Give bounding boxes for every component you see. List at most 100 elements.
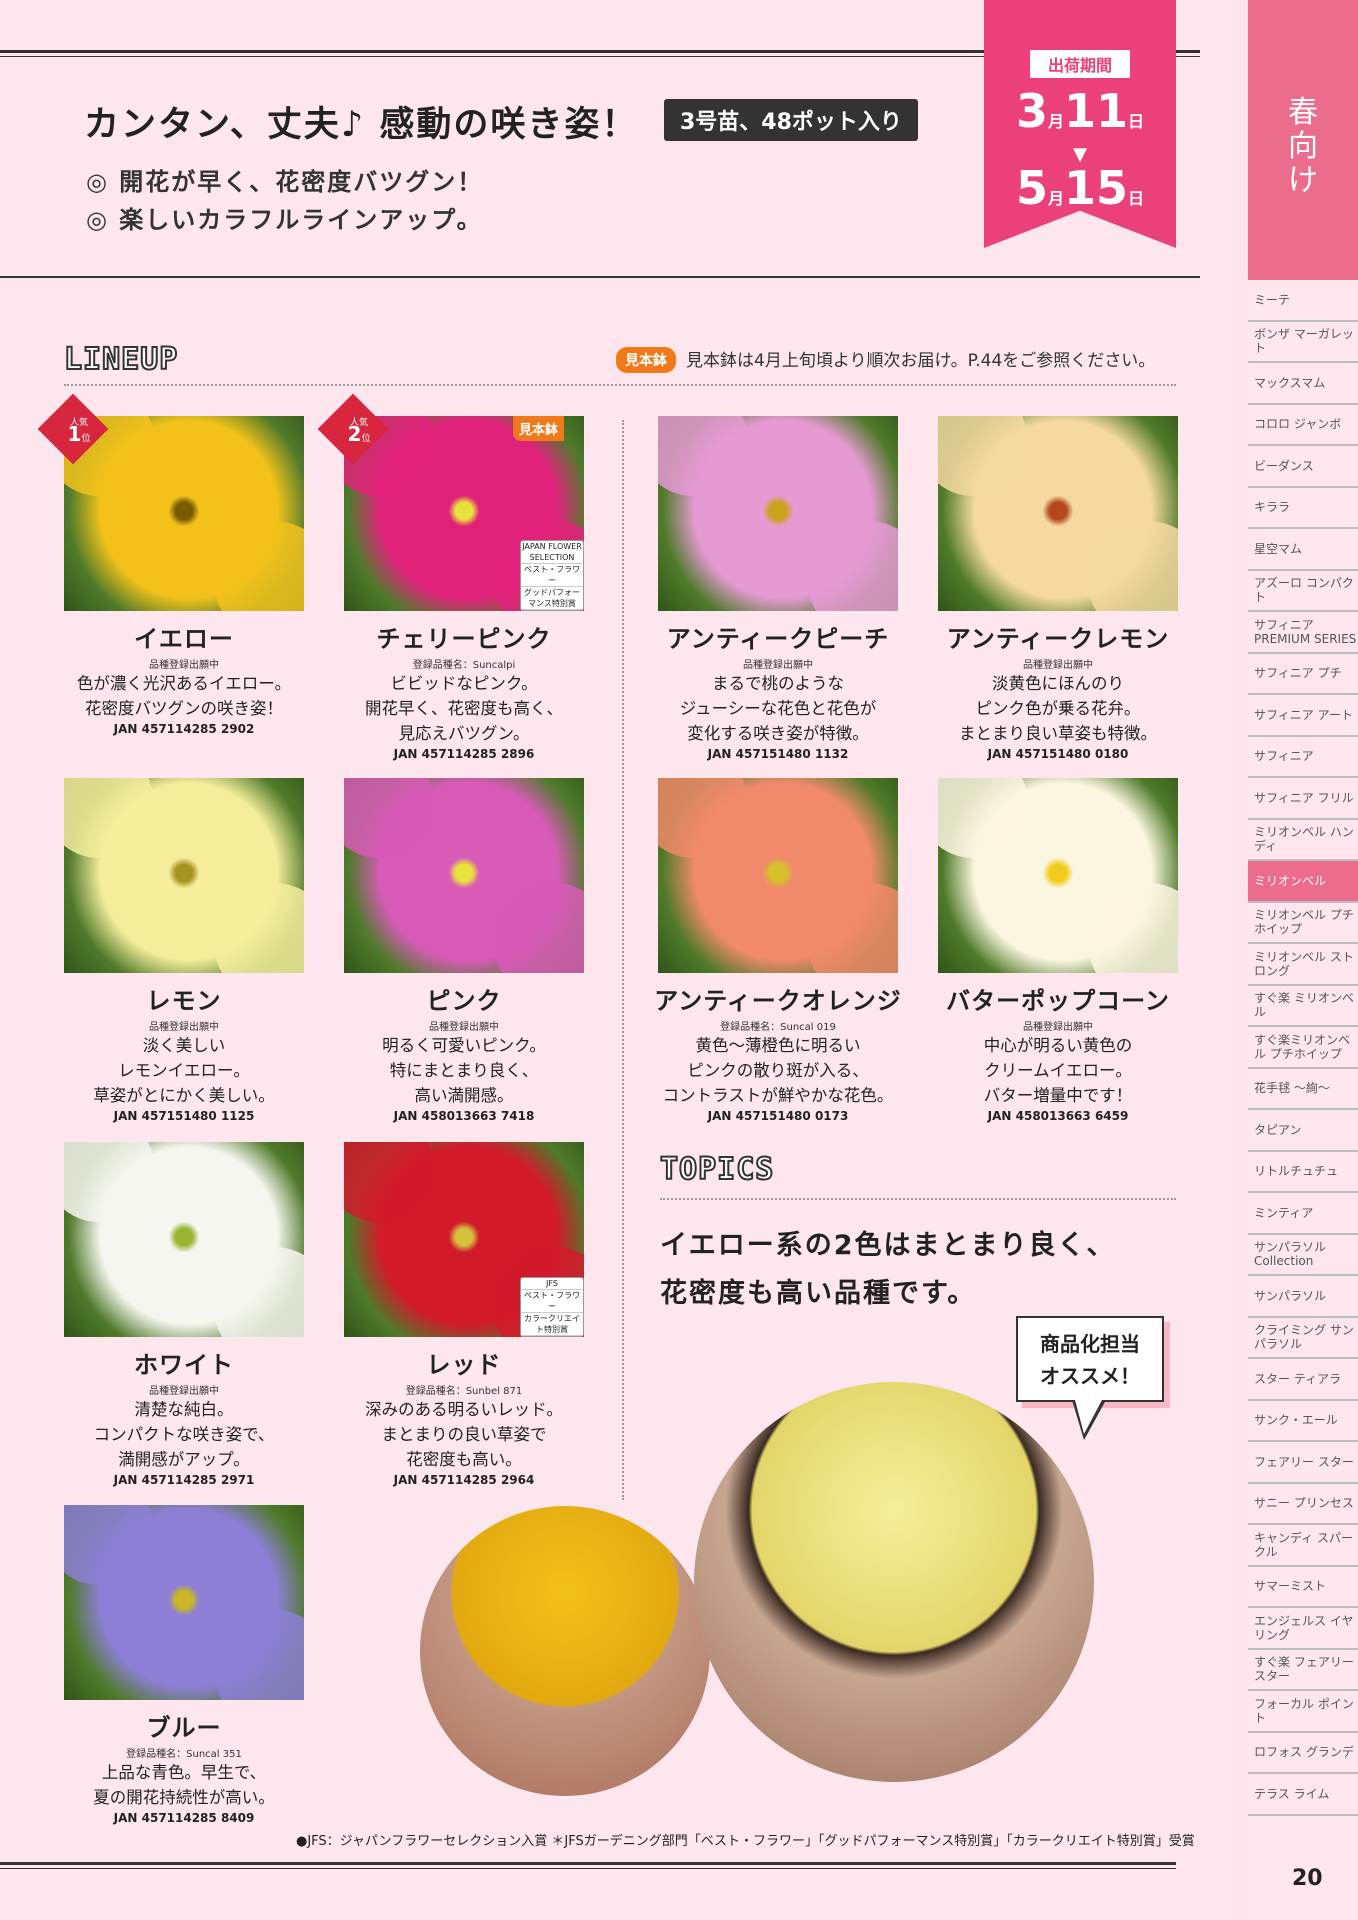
sidebar-item[interactable]: サフィニア アート [1248, 695, 1358, 737]
jan-code: JAN 457151480 1132 [707, 747, 849, 761]
product-card: アンティークピーチ 品種登録出願中 まるで桃のような ジューシーな花色と花色が 変化する… [638, 416, 918, 761]
product-description: 花密度バツグンの咲き姿！ [85, 699, 283, 718]
sample-pot-badge: 見本鉢 [512, 416, 564, 441]
sidebar-item[interactable]: マックスマム [1248, 363, 1358, 405]
product-description: 開花早く、花密度も高く、 [365, 699, 563, 718]
sidebar-item[interactable]: 花手毬 〜絢〜 [1248, 1069, 1358, 1110]
lineup-divider [64, 384, 1176, 386]
registration-status: 登録品種名：Suncalpi [412, 660, 516, 671]
sidebar-item[interactable]: ミリオンベル ハンディ [1248, 820, 1358, 861]
product-card: ブルー 登録品種名：Suncal 351 上品な青色。早生で、 夏の開花持続性が高い。… [44, 1505, 324, 1825]
registration-status: 品種登録出願中 [429, 1022, 499, 1033]
product-name: イエロー [134, 625, 234, 653]
registration-status: 品種登録出願中 [149, 1386, 219, 1397]
sidebar-item[interactable]: ミリオンベル [1248, 861, 1358, 903]
pot-photo-large [694, 1382, 1094, 1782]
sidebar-item[interactable]: スター ティアラ [1248, 1359, 1358, 1401]
product-name: アンティークピーチ [666, 625, 890, 653]
sample-pot-badge: 見本鉢 [616, 347, 676, 373]
sidebar-item[interactable]: ミリオンベル ストロング [1248, 944, 1358, 986]
registration-status: 登録品種名：Suncal 351 [126, 1749, 242, 1760]
product-description: 黄色〜薄橙色に明るい [695, 1036, 861, 1055]
product-name: バターポップコーン [946, 987, 1170, 1015]
sidebar-item[interactable]: ボンザ マーガレット [1248, 322, 1358, 363]
flower-photo [658, 778, 898, 973]
product-description: 変化する咲き姿が特徴。 [687, 724, 869, 743]
product-description: 中心が明るい黄色の [983, 1036, 1133, 1055]
flower-photo [658, 416, 898, 611]
flower-photo [64, 778, 304, 973]
product-description: ピンクの散り斑が入る、 [687, 1061, 869, 1080]
sidebar-item[interactable]: コロロ ジャンボ [1248, 405, 1358, 446]
product-description: 満開感がアップ。 [118, 1450, 250, 1469]
product-description: ジューシーな花色と花色が [679, 699, 877, 718]
sidebar-item[interactable]: すぐ楽 ミリオンベル [1248, 986, 1358, 1027]
sidebar-item[interactable]: クライミング サンパラソル [1248, 1318, 1358, 1359]
sidebar-item[interactable]: リトルチュチュ [1248, 1152, 1358, 1193]
shipping-start-date: 3月11日 [1015, 84, 1145, 138]
sidebar-item[interactable]: アズーロ コンパクト [1248, 571, 1358, 612]
product-description: コンパクトな咲き姿で、 [93, 1425, 275, 1444]
registration-status: 品種登録出願中 [149, 1022, 219, 1033]
header-rule [0, 276, 1200, 278]
catalog-page: カンタン、丈夫♪ 感動の咲き姿！ 3号苗、48ポット入り ◎ 開花が早く、花密度… [0, 0, 1232, 1920]
product-description: 明るく可愛いピンク。 [382, 1036, 546, 1055]
product-description: まとまりの良い草姿で [381, 1425, 547, 1444]
registration-status: 品種登録出願中 [1023, 1022, 1093, 1033]
sidebar-item[interactable]: サフィニア PREMIUM SERIES [1248, 612, 1358, 654]
shipping-end-date: 5月15日 [1015, 161, 1145, 215]
sidebar-item[interactable]: サフィニア [1248, 737, 1358, 778]
flower-photo [64, 1505, 304, 1700]
product-card: ピンク 品種登録出願中 明るく可愛いピンク。 特にまとまり良く、 高い満開感。 JAN 4… [324, 778, 604, 1123]
sidebar-item[interactable]: キララ [1248, 488, 1358, 529]
product-description: 清楚な純白。 [134, 1400, 234, 1419]
recommendation-bubble: 商品化担当 オススメ！ [1016, 1316, 1164, 1402]
sidebar-item[interactable]: すぐ楽ミリオンベル プチホイップ [1248, 1027, 1358, 1069]
product-description: 草姿がとにかく美しい。 [93, 1086, 275, 1105]
sidebar-item[interactable]: 星空マム [1248, 529, 1358, 571]
sidebar-item[interactable]: すぐ楽 フェアリースター [1248, 1650, 1358, 1691]
flower-photo [64, 1142, 304, 1337]
jan-code: JAN 457114285 2964 [393, 1473, 535, 1487]
product-name: レッド [426, 1351, 502, 1379]
sidebar-item[interactable]: タピアン [1248, 1110, 1358, 1152]
registration-status: 品種登録出願中 [149, 660, 219, 671]
sidebar-item[interactable]: ミンティア [1248, 1193, 1358, 1235]
product-card: レモン 品種登録出願中 淡く美しい レモンイエロー。 草姿がとにかく美しい。 JAN 45… [44, 778, 324, 1123]
product-description: 見応えバツグン。 [398, 724, 530, 743]
product-description: 淡く美しい [142, 1036, 226, 1055]
product-card: 見本鉢 JAPAN FLOWER SELECTION ベスト・フラワー グッドパフォー… [317, 393, 604, 761]
sidebar-item[interactable]: テラス ライム [1248, 1774, 1358, 1816]
product-card: アンティークレモン 品種登録出願中 淡黄色にほんのり ピンク色が乗る花弁。 まとまり良い… [918, 416, 1198, 761]
sidebar-item[interactable]: サマーミスト [1248, 1567, 1358, 1608]
sidebar-item[interactable]: ビーダンス [1248, 446, 1358, 488]
topics-heading: TOPICS [659, 1151, 775, 1188]
product-description: クリームイエロー。 [984, 1061, 1132, 1080]
flower-photo: JFS ベスト・フラワー カラークリエイト特別賞 [344, 1142, 584, 1337]
sidebar-item[interactable]: エンジェルス イヤリング [1248, 1608, 1358, 1650]
sample-pot-note: 見本鉢は4月上旬頃より順次お届け。P.44をご参照ください。 [686, 351, 1156, 371]
sidebar-item[interactable]: フェアリー スター [1248, 1442, 1358, 1484]
sidebar-item[interactable]: サンパラソル Collection [1248, 1235, 1358, 1276]
jan-code: JAN 457114285 2902 [113, 722, 255, 736]
product-description: 上品な青色。早生で、 [101, 1763, 267, 1782]
jan-code: JAN 457114285 2896 [393, 747, 535, 761]
column-divider [622, 420, 624, 1500]
sidebar-item[interactable]: ロフォス グランデ [1248, 1733, 1358, 1774]
topics-text: イエロー系の2色はまとまり良く、 花密度も高い品種です。 [660, 1230, 1116, 1309]
sidebar-item[interactable]: フォーカル ポイント [1248, 1691, 1358, 1733]
sidebar-item[interactable]: サフィニア プチ [1248, 654, 1358, 695]
sidebar-item[interactable]: ミーテ [1248, 280, 1358, 322]
shipping-label: 出荷期間 [1029, 50, 1130, 78]
sidebar-item[interactable]: ミリオンベル プチホイップ [1248, 903, 1358, 944]
registration-status: 品種登録出願中 [1023, 660, 1093, 671]
sidebar-item[interactable]: サンク・エール [1248, 1401, 1358, 1442]
sidebar-item[interactable]: サフィニア フリル [1248, 778, 1358, 820]
sidebar-item[interactable]: サンパラソル [1248, 1276, 1358, 1318]
registration-status: 登録品種名：Sunbel 871 [405, 1386, 523, 1397]
sidebar-item[interactable]: サニー プリンセス [1248, 1484, 1358, 1525]
sidebar-item[interactable]: キャンディ スパークル [1248, 1525, 1358, 1567]
product-card: アンティークオレンジ 登録品種名：Suncal 019 黄色〜薄橙色に明るい ピンクの… [638, 778, 918, 1123]
feature-bullet: ◎ 楽しいカラフルラインアップ。 [86, 206, 483, 234]
product-description: 深みのある明るいレッド。 [365, 1400, 563, 1419]
